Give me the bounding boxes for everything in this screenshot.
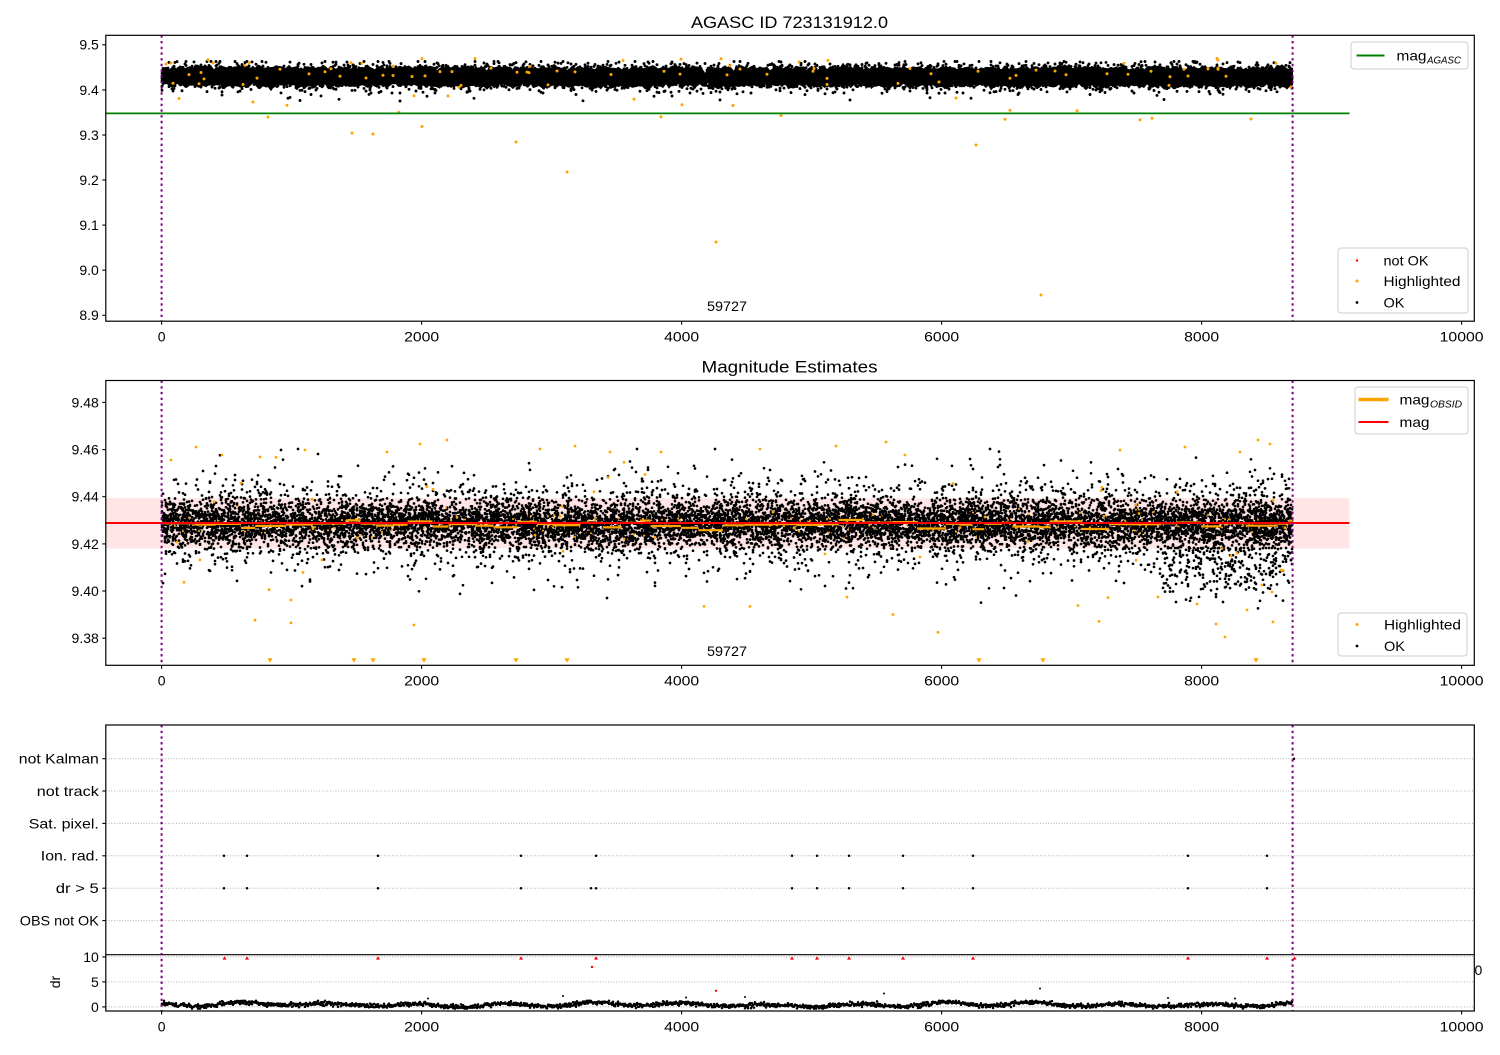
svg-text:Highlighted: Highlighted — [1384, 617, 1461, 633]
svg-text:6000: 6000 — [924, 329, 959, 345]
svg-text:not OK: not OK — [1384, 253, 1430, 269]
svg-text:10000: 10000 — [1440, 329, 1484, 345]
svg-text:6000: 6000 — [924, 1018, 959, 1034]
svg-text:4000: 4000 — [664, 673, 699, 689]
svg-text:4000: 4000 — [664, 329, 699, 345]
svg-text:mag: mag — [1400, 392, 1430, 408]
svg-text:Ion. rad.: Ion. rad. — [41, 848, 99, 864]
svg-text:0: 0 — [91, 999, 99, 1015]
svg-text:Highlighted: Highlighted — [1384, 273, 1461, 289]
svg-text:8000: 8000 — [1184, 1018, 1219, 1034]
svg-text:4000: 4000 — [664, 1018, 699, 1034]
svg-text:0: 0 — [158, 329, 166, 345]
svg-text:8000: 8000 — [1184, 329, 1219, 345]
svg-text:not track: not track — [37, 783, 100, 799]
svg-text:9.1: 9.1 — [79, 217, 99, 233]
svg-text:dr > 5: dr > 5 — [56, 880, 99, 896]
svg-text:2000: 2000 — [404, 329, 439, 345]
svg-text:10: 10 — [83, 949, 99, 965]
svg-text:mag: mag — [1397, 48, 1427, 64]
svg-text:9.48: 9.48 — [72, 394, 99, 410]
svg-text:Sat. pixel.: Sat. pixel. — [29, 815, 99, 831]
svg-text:OBSID: OBSID — [1430, 400, 1463, 411]
svg-text:9.0: 9.0 — [79, 262, 99, 278]
svg-text:8.9: 8.9 — [79, 307, 99, 323]
svg-text:0: 0 — [158, 673, 166, 689]
svg-text:59727: 59727 — [707, 298, 747, 314]
svg-text:10000: 10000 — [1440, 673, 1484, 689]
svg-text:0: 0 — [158, 1018, 166, 1034]
svg-text:9.46: 9.46 — [72, 441, 99, 457]
svg-text:OK: OK — [1384, 295, 1406, 311]
svg-text:0: 0 — [1475, 962, 1483, 978]
svg-text:9.38: 9.38 — [72, 630, 99, 646]
svg-text:AGASC ID 723131912.0: AGASC ID 723131912.0 — [691, 13, 888, 32]
svg-text:10000: 10000 — [1440, 1018, 1484, 1034]
svg-text:not Kalman: not Kalman — [19, 751, 99, 767]
svg-text:9.40: 9.40 — [72, 583, 99, 599]
svg-text:AGASC: AGASC — [1426, 56, 1462, 67]
svg-text:9.5: 9.5 — [79, 37, 99, 53]
svg-text:9.42: 9.42 — [72, 536, 99, 552]
svg-text:6000: 6000 — [924, 673, 959, 689]
svg-text:mag: mag — [1400, 414, 1430, 430]
svg-text:9.2: 9.2 — [79, 172, 99, 188]
svg-text:OBS not OK: OBS not OK — [20, 913, 100, 929]
svg-text:8000: 8000 — [1184, 673, 1219, 689]
svg-text:2000: 2000 — [404, 673, 439, 689]
svg-text:dr: dr — [47, 975, 63, 988]
svg-text:2000: 2000 — [404, 1018, 439, 1034]
svg-text:59727: 59727 — [707, 643, 747, 659]
svg-text:5: 5 — [91, 974, 99, 990]
svg-text:9.4: 9.4 — [79, 82, 99, 98]
svg-text:9.3: 9.3 — [79, 127, 99, 143]
svg-text:OK: OK — [1384, 638, 1406, 654]
svg-text:Magnitude Estimates: Magnitude Estimates — [702, 358, 878, 377]
svg-text:9.44: 9.44 — [72, 489, 99, 505]
